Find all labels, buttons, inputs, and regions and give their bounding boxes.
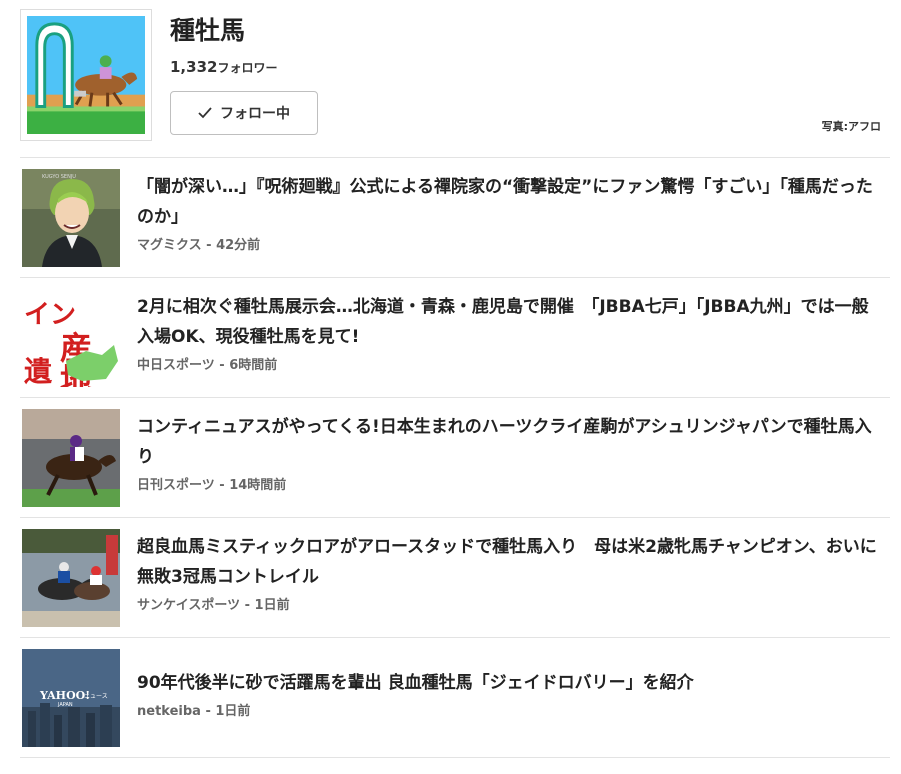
article-time: 1日前 [215,704,251,719]
article-title: コンティニュアスがやってくる!日本生まれのハーツクライ産駒がアシュリンジャパンで… [137,417,872,467]
article-time: 6時間前 [229,358,278,373]
article-item[interactable]: YAHOO! ニュース JAPAN 90年代後半に砂で活躍馬を輩出 良血種牡馬「… [20,638,890,758]
article-title: 90年代後半に砂で活躍馬を輩出 良血種牡馬「ジェイドロバリー」を紹介 [137,673,694,693]
follower-count: 1,332フォロワー [170,58,277,76]
headline-text-3: 遺 [24,355,53,387]
check-icon [198,107,212,119]
follower-number: 1,332 [170,58,218,76]
article-item[interactable]: 超良血馬ミスティックロアがアロースタッドで種牡馬入り 母は米2歳牝馬チャンピオン… [20,518,890,638]
yahoo-sub: JAPAN [57,702,73,708]
horse-racing-illustration [27,16,145,134]
article-item[interactable]: KUGYO SENJU 「闇が深い…」『呪術廻戦』公式による禪院家の“衝撃設定”… [20,158,890,278]
article-time: 14時間前 [229,478,287,493]
topic-title: 種牡馬 [170,16,246,45]
topic-thumbnail [20,9,152,141]
newspaper-headline-image: 産地 イン 遺 [22,289,120,387]
article-source: 日刊スポーツ [137,478,215,493]
article-thumbnail: KUGYO SENJU [22,169,120,267]
article-list: KUGYO SENJU 「闇が深い…」『呪術廻戦』公式による禪院家の“衝撃設定”… [20,157,890,758]
article-thumbnail: YAHOO! ニュース JAPAN [22,649,120,747]
headline-text-2: イン [24,300,76,330]
article-meta: netkeiba - 1日前 [137,704,251,719]
article-title: 2月に相次ぐ種牡馬展示会…北海道・青森・鹿児島で開催 「JBBA七戸」「JBBA… [137,297,869,347]
article-title: 超良血馬ミスティックロアがアロースタッドで種牡馬入り 母は米2歳牝馬チャンピオン… [137,537,877,587]
article-meta: マグミクス - 42分前 [137,238,261,253]
racehorse-photo [22,409,120,507]
following-button-label: フォロー中 [220,106,290,122]
horse-race-photo [22,529,120,627]
article-meta: 日刊スポーツ - 14時間前 [137,478,287,493]
article-title: 「闇が深い…」『呪術廻戦』公式による禪院家の“衝撃設定”にファン驚愕「すごい」「… [137,177,873,227]
article-time: 1日前 [254,598,290,613]
article-source: netkeiba [137,704,201,719]
article-time: 42分前 [216,238,261,253]
article-source: マグミクス [137,238,202,253]
topic-header: 種牡馬 1,332フォロワー フォロー中 写真:アフロ [0,0,901,148]
yahoo-logo: YAHOO! [39,689,90,702]
article-thumbnail [22,529,120,627]
article-item[interactable]: コンティニュアスがやってくる!日本生まれのハーツクライ産駒がアシュリンジャパンで… [20,398,890,518]
article-thumbnail [22,409,120,507]
follower-unit: フォロワー [217,61,278,75]
anime-character-image: KUGYO SENJU [22,169,120,267]
article-thumbnail: 産地 イン 遺 [22,289,120,387]
following-button[interactable]: フォロー中 [170,91,318,135]
yahoo-news-placeholder-image: YAHOO! ニュース JAPAN [22,649,120,747]
yahoo-news-label: ニュース [84,693,108,700]
article-meta: 中日スポーツ - 6時間前 [137,358,278,373]
photo-credit: 写真:アフロ [821,120,881,133]
article-item[interactable]: 産地 イン 遺 2月に相次ぐ種牡馬展示会…北海道・青森・鹿児島で開催 「JBBA… [20,278,890,398]
article-meta: サンケイスポーツ - 1日前 [137,598,290,613]
article-source: サンケイスポーツ [137,598,241,613]
article-source: 中日スポーツ [137,358,215,373]
